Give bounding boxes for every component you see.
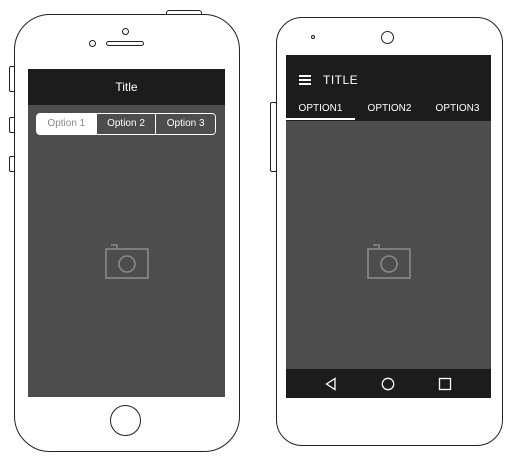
iphone-home-button[interactable] [110, 405, 141, 436]
ios-segmented-control: Option 1 Option 2 Option 3 [36, 113, 216, 135]
tab-option3[interactable]: OPTION3 [424, 99, 491, 119]
android-app-title: TITLE [323, 73, 359, 87]
ios-page-title: Title [115, 80, 138, 94]
iphone-front-camera [89, 40, 96, 47]
back-icon[interactable] [316, 369, 346, 398]
android-front-camera [381, 31, 394, 44]
android-sensor [311, 35, 315, 39]
iphone-screen: Title Option 1 Option 2 Option 3 [28, 69, 225, 397]
android-screen: TITLE OPTION1 OPTION2 OPTION3 [286, 55, 491, 398]
ios-navigation-bar: Title [28, 69, 225, 105]
recents-icon[interactable] [430, 369, 460, 398]
iphone-sensor [122, 28, 129, 35]
tab-option1[interactable]: OPTION1 [286, 99, 355, 119]
iphone-earpiece-speaker [106, 41, 144, 46]
android-app-bar: TITLE OPTION1 OPTION2 OPTION3 [286, 55, 491, 121]
camera-icon [105, 243, 149, 284]
segment-option-2[interactable]: Option 2 [95, 114, 156, 134]
tab-active-indicator [286, 118, 355, 120]
menu-icon[interactable] [299, 75, 311, 85]
segment-option-3[interactable]: Option 3 [155, 114, 215, 134]
android-navigation-bar [286, 369, 491, 398]
segment-option-1[interactable]: Option 1 [37, 114, 96, 134]
camera-icon [367, 243, 411, 284]
home-icon[interactable] [373, 369, 403, 398]
tab-option2[interactable]: OPTION2 [355, 99, 424, 119]
